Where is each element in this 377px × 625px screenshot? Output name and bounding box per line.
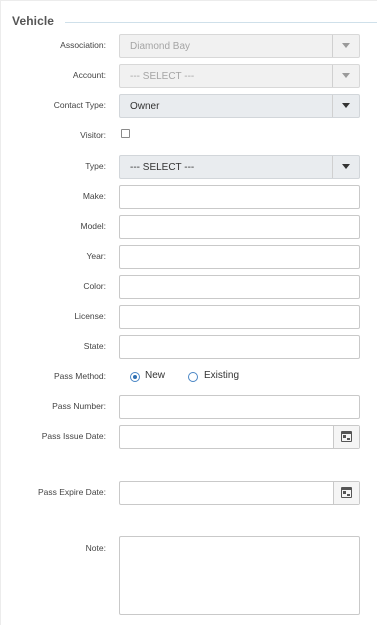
- state-input[interactable]: [119, 335, 360, 359]
- section-title: Vehicle: [12, 14, 55, 28]
- contact-type-row: Contact Type: Owner: [0, 94, 377, 118]
- pass-issue-date-label: Pass Issue Date:: [41, 431, 106, 441]
- pass-issue-date-row: Pass Issue Date:: [0, 425, 377, 449]
- note-textarea[interactable]: [119, 536, 360, 615]
- year-row: Year:: [0, 245, 377, 269]
- make-input[interactable]: [119, 185, 360, 209]
- vehicle-fieldset-legend: Vehicle: [12, 14, 377, 30]
- pass-method-existing-label[interactable]: Existing: [204, 370, 239, 381]
- contact-type-value: Owner: [130, 101, 160, 112]
- calendar-icon: [341, 431, 352, 442]
- pass-method-new-radio[interactable]: [130, 372, 140, 382]
- association-value: Diamond Bay: [130, 41, 191, 52]
- chevron-down-icon: [342, 164, 350, 169]
- pass-issue-date-picker-button[interactable]: [333, 426, 359, 448]
- visitor-row: Visitor:: [0, 124, 377, 148]
- chevron-down-icon: [342, 73, 350, 78]
- chevron-down-icon: [342, 43, 350, 48]
- color-row: Color:: [0, 275, 377, 299]
- legend-divider: [65, 22, 377, 23]
- pass-number-label: Pass Number:: [52, 401, 106, 411]
- color-label: Color:: [83, 281, 106, 291]
- pass-method-existing-radio[interactable]: [188, 372, 198, 382]
- visitor-checkbox[interactable]: [121, 129, 130, 138]
- type-select[interactable]: --- SELECT ---: [119, 155, 360, 179]
- type-label: Type:: [85, 161, 106, 171]
- account-value: --- SELECT ---: [130, 71, 195, 82]
- contact-type-label: Contact Type:: [53, 100, 106, 110]
- model-input[interactable]: [119, 215, 360, 239]
- make-row: Make:: [0, 185, 377, 209]
- pass-expire-date-row: Pass Expire Date:: [0, 481, 377, 505]
- chevron-down-icon: [342, 103, 350, 108]
- calendar-icon: [341, 487, 352, 498]
- account-select[interactable]: --- SELECT ---: [119, 64, 360, 88]
- pass-number-input[interactable]: [119, 395, 360, 419]
- color-input[interactable]: [119, 275, 360, 299]
- license-input[interactable]: [119, 305, 360, 329]
- pass-expire-date-input[interactable]: [119, 481, 360, 505]
- state-label: State:: [83, 341, 106, 351]
- pass-method-label: Pass Method:: [54, 371, 106, 381]
- year-input[interactable]: [119, 245, 360, 269]
- account-dropdown-button[interactable]: [332, 65, 359, 87]
- pass-expire-date-picker-button[interactable]: [333, 482, 359, 504]
- association-dropdown-button[interactable]: [332, 35, 359, 57]
- note-label: Note:: [85, 543, 106, 553]
- pass-expire-date-label: Pass Expire Date:: [37, 487, 106, 497]
- panel-top-divider: [0, 0, 377, 1]
- type-row: Type: --- SELECT ---: [0, 155, 377, 179]
- state-row: State:: [0, 335, 377, 359]
- contact-type-select[interactable]: Owner: [119, 94, 360, 118]
- year-label: Year:: [86, 251, 106, 261]
- model-label: Model:: [80, 221, 106, 231]
- model-row: Model:: [0, 215, 377, 239]
- account-label: Account:: [72, 70, 106, 80]
- type-value: --- SELECT ---: [130, 162, 195, 173]
- visitor-label: Visitor:: [80, 130, 106, 140]
- pass-issue-date-input[interactable]: [119, 425, 360, 449]
- pass-number-row: Pass Number:: [0, 395, 377, 419]
- pass-method-new-label[interactable]: New: [145, 370, 165, 381]
- association-row: Association: Diamond Bay: [0, 34, 377, 58]
- pass-method-row: Pass Method: New Existing: [0, 365, 377, 389]
- type-dropdown-button[interactable]: [332, 156, 359, 178]
- license-row: License:: [0, 305, 377, 329]
- association-label: Association:: [60, 40, 106, 50]
- account-row: Account: --- SELECT ---: [0, 64, 377, 88]
- contact-type-dropdown-button[interactable]: [332, 95, 359, 117]
- association-select[interactable]: Diamond Bay: [119, 34, 360, 58]
- make-label: Make:: [82, 191, 106, 201]
- license-label: License:: [74, 311, 106, 321]
